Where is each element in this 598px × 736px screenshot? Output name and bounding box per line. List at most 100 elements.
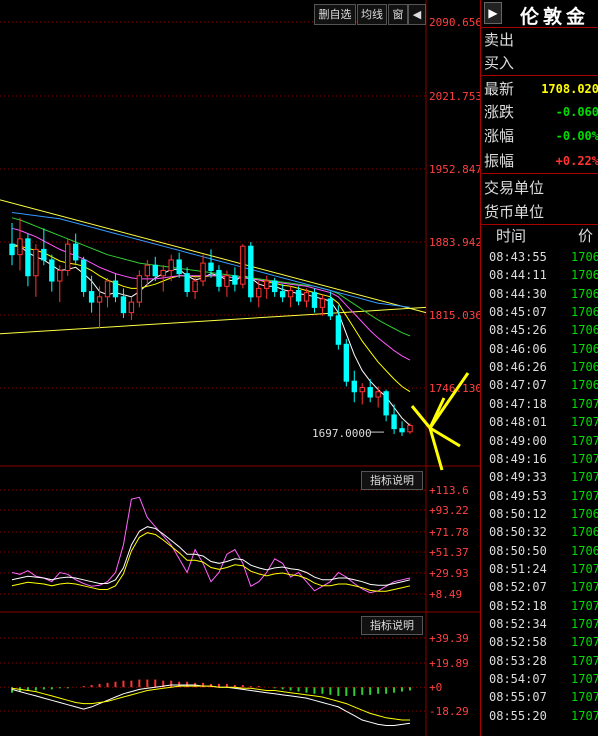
tick-row: 08:46:06 1706. — [485, 340, 598, 358]
candle-body — [240, 245, 246, 285]
indicator2-axis-label: +19.89 — [429, 657, 469, 670]
tick-time: 08:48:01 — [489, 415, 547, 430]
tick-price: 1707. — [571, 561, 598, 576]
buy-row: 买入 — [482, 52, 598, 76]
indicator2-info-button[interactable]: 指标说明 — [361, 616, 423, 635]
tick-row: 08:50:32 1706. — [485, 523, 598, 541]
change-label: 涨跌 — [484, 103, 515, 121]
tick-row: 08:49:16 1707. — [485, 450, 598, 468]
candle-body — [80, 259, 87, 293]
candle-body — [343, 343, 350, 382]
candle-body — [359, 387, 365, 393]
tick-price: 1706. — [571, 286, 598, 301]
pct-value: -0.00% — [555, 129, 598, 143]
candle-body — [65, 243, 71, 271]
tick-time: 08:43:55 — [489, 250, 547, 264]
indicator1-axis-label: +29.93 — [429, 567, 469, 580]
collapse-arrow-icon[interactable]: ▶ — [484, 2, 502, 24]
indicator2-axis-label: +0 — [429, 681, 442, 694]
candle-body — [41, 248, 47, 261]
tick-table-header: 时间 价 — [482, 225, 598, 248]
candle-body — [17, 238, 23, 256]
tick-time: 08:52:34 — [489, 617, 547, 631]
candle-body — [160, 269, 166, 277]
candle-body — [200, 262, 206, 282]
tick-time: 08:47:18 — [489, 396, 547, 411]
candle-body — [319, 298, 326, 308]
tick-price: 1706. — [571, 506, 598, 521]
window-button[interactable]: 窗 — [388, 4, 408, 25]
tick-time: 08:47:07 — [489, 378, 547, 393]
candle-body — [232, 275, 238, 285]
candle-body — [256, 287, 262, 298]
delete-watchlist-button[interactable]: 删自选 — [314, 4, 356, 25]
tick-row: 08:45:26 1706. — [485, 321, 598, 339]
candle-body — [49, 259, 55, 282]
tick-time: 08:52:18 — [489, 598, 547, 613]
indicator1-axis-label: +71.78 — [429, 526, 469, 539]
candle-body — [279, 291, 286, 298]
candle-body — [33, 248, 39, 277]
indicator1-info-button[interactable]: 指标说明 — [361, 471, 423, 490]
tick-row: 08:48:01 1707. — [485, 413, 598, 431]
candle-body — [184, 273, 190, 293]
candle-body — [152, 264, 158, 277]
candle-body — [399, 428, 405, 433]
price-header: 价 — [578, 227, 594, 245]
price-axis-label: 2021.753 — [429, 90, 480, 103]
price-marker-label: 1697.0000 — [312, 427, 372, 440]
back-arrow-icon[interactable]: ◀ — [408, 4, 426, 25]
tick-time: 08:50:32 — [489, 525, 547, 540]
tick-row: 08:46:26 1706. — [485, 358, 598, 376]
amp-label: 振幅 — [484, 152, 515, 170]
tick-price: 1707. — [571, 415, 598, 430]
candle-body — [72, 243, 79, 261]
price-axis-label: 1883.942 — [429, 236, 480, 249]
candle-body — [224, 275, 230, 287]
time-header: 时间 — [496, 227, 527, 245]
candle-body — [25, 238, 31, 277]
candle-body — [192, 280, 198, 293]
moving-average-button[interactable]: 均线 — [357, 4, 387, 25]
tick-time: 08:45:07 — [489, 305, 547, 320]
candle-body — [216, 269, 222, 287]
tick-price: 1707. — [571, 690, 598, 705]
buy-label: 买入 — [484, 54, 515, 72]
amp-value: +0.22% — [555, 154, 598, 168]
tick-price: 1706. — [571, 305, 598, 320]
tick-row: 08:55:20 1707. — [485, 707, 598, 725]
candle-body — [168, 259, 174, 271]
candle-body — [351, 380, 357, 393]
candle-body — [88, 291, 95, 303]
tick-time: 08:46:06 — [489, 341, 547, 356]
trend-line — [0, 199, 427, 314]
macd-line — [11, 685, 410, 721]
cursor-arrow-icon — [410, 405, 432, 429]
candle-body — [248, 245, 254, 298]
indicator1-axis-label: +8.49 — [429, 588, 462, 601]
indicator2-axis-label: +39.39 — [429, 632, 469, 645]
candle-body — [375, 391, 381, 398]
instrument-title: 伦敦金 — [520, 6, 590, 28]
candle-body — [128, 301, 135, 314]
price-axis-label: 2090.656 — [429, 16, 480, 29]
indicator1-axis-label: +113.6 — [429, 484, 469, 497]
latest-row: 最新 1708.020 — [482, 78, 598, 101]
tick-row: 08:52:18 1707. — [485, 597, 598, 615]
candle-body — [271, 280, 278, 293]
price-axis-label: 1815.036 — [429, 309, 480, 322]
tick-row: 08:45:07 1706. — [485, 303, 598, 321]
candle-body — [295, 290, 302, 302]
tick-row: 08:53:28 1707. — [485, 652, 598, 670]
latest-value: 1708.020 — [541, 82, 598, 96]
candle-body — [9, 243, 15, 256]
candle-body — [367, 387, 373, 398]
tick-row: 08:47:18 1707. — [485, 395, 598, 413]
tick-row: 08:47:07 1706. — [485, 376, 598, 394]
candle-body — [407, 424, 413, 433]
pct-row: 涨幅 -0.00% — [482, 125, 598, 148]
tick-price: 1707. — [571, 396, 598, 411]
tick-time: 08:44:11 — [489, 268, 547, 283]
tick-time: 08:55:07 — [489, 690, 547, 705]
price-axis-label: 1952.847 — [429, 163, 480, 176]
